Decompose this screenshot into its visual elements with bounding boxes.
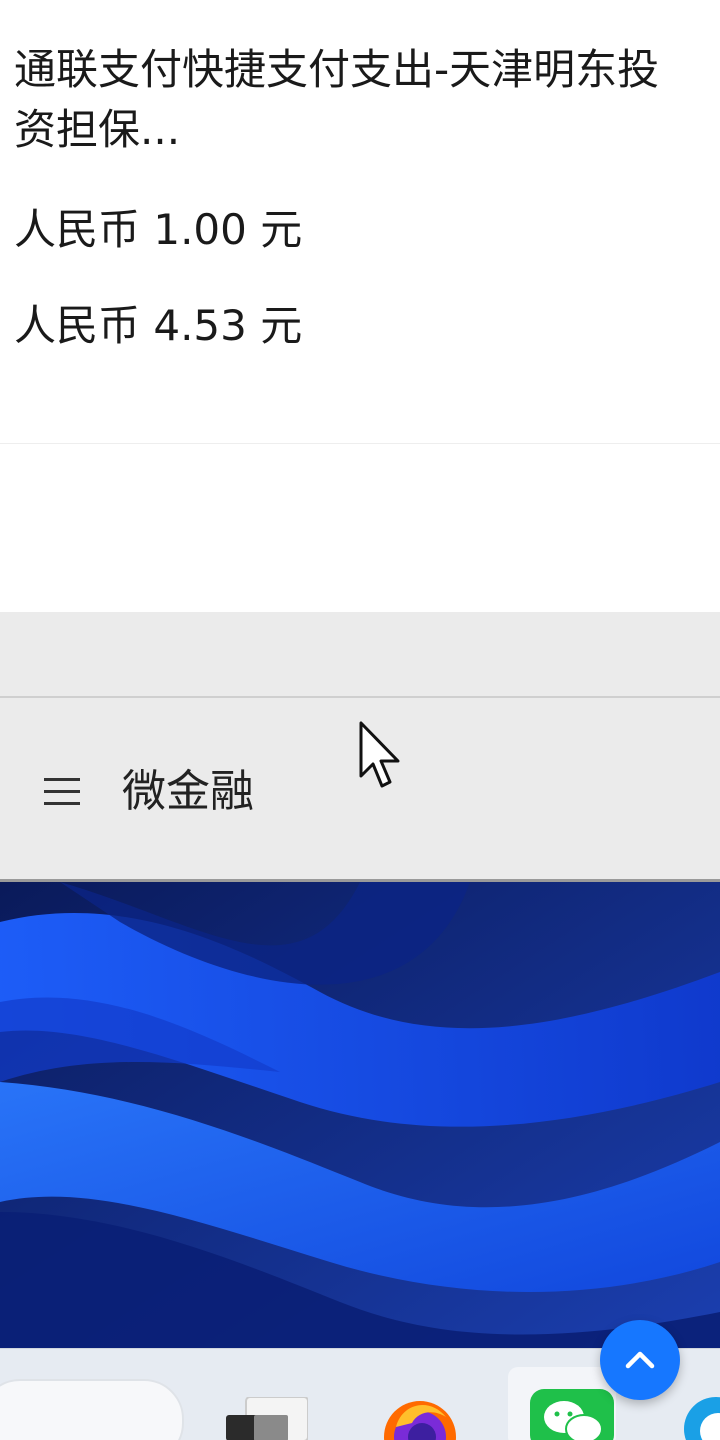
taskbar-search-box[interactable]: [0, 1379, 184, 1440]
firefox-icon[interactable]: [382, 1397, 458, 1440]
blank-area: [0, 444, 720, 612]
chevron-up-icon: [625, 1351, 655, 1369]
screen: 通联支付快捷支付支出-天津明东投 资担保... 人民币 1.00 元 人民币 4…: [0, 0, 720, 1440]
mouse-cursor-icon: [359, 721, 400, 788]
task-view-icon[interactable]: [224, 1397, 308, 1440]
wallpaper-waves: [0, 882, 720, 1348]
transaction-detail: 通联支付快捷支付支出-天津明东投 资担保... 人民币 1.00 元 人民币 4…: [0, 0, 720, 444]
transaction-description-line-2: 资担保...: [14, 105, 181, 154]
desktop-wallpaper: [0, 882, 720, 1348]
transaction-description: 通联支付快捷支付支出-天津明东投 资担保...: [14, 40, 720, 160]
transaction-description-line-1: 通联支付快捷支付支出-天津明东投: [14, 45, 660, 94]
scroll-to-top-button[interactable]: [600, 1320, 680, 1400]
amount-value-2: 人民币 4.53 元: [14, 301, 303, 350]
hamburger-icon[interactable]: [44, 778, 80, 806]
header-spacer: [0, 612, 720, 696]
wechat-icon[interactable]: [530, 1389, 614, 1440]
edge-icon[interactable]: [680, 1393, 720, 1440]
amount-value-1: 人民币 1.00 元: [14, 205, 303, 254]
app-title: 微金融: [122, 766, 254, 817]
